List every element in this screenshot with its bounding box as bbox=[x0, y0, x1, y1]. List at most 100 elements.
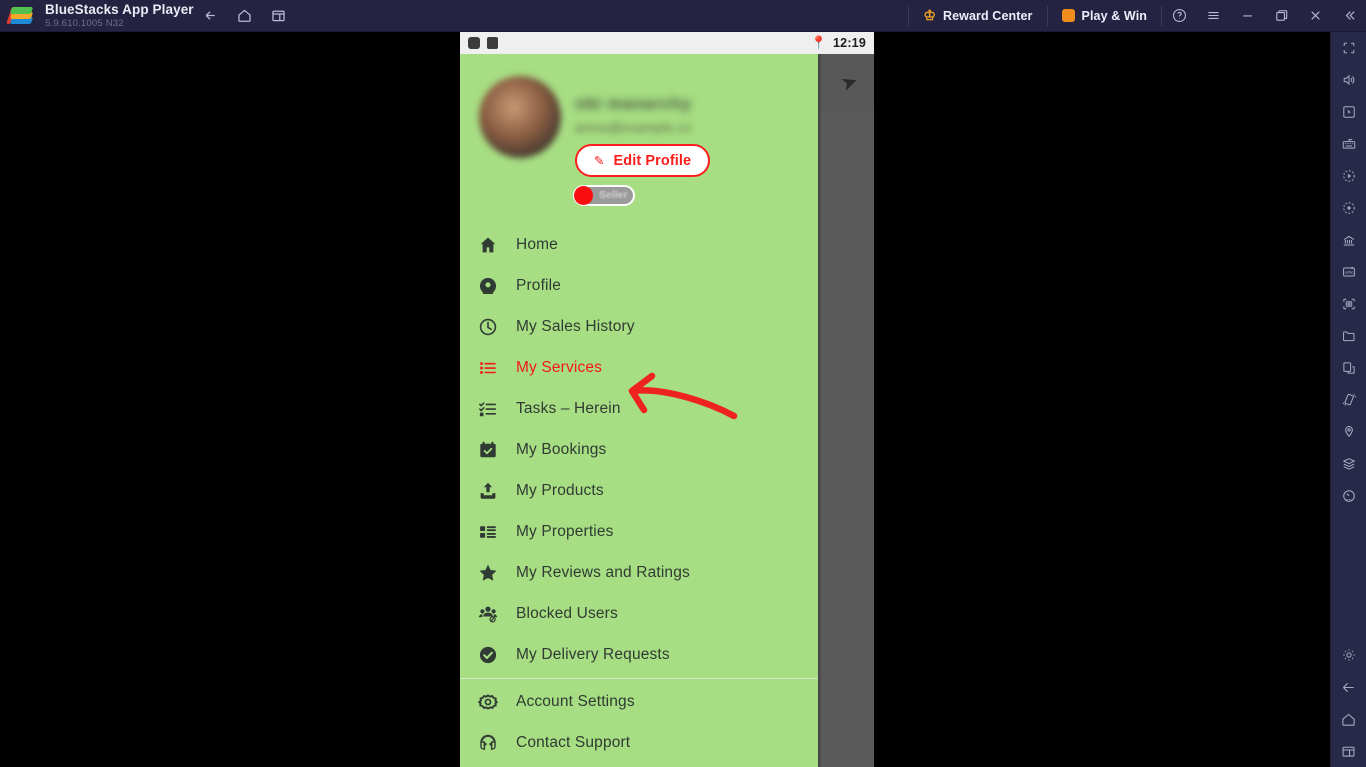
recents-icon[interactable] bbox=[1331, 735, 1366, 767]
edit-profile-label: Edit Profile bbox=[613, 152, 692, 169]
users-block-icon bbox=[460, 604, 516, 624]
seller-toggle-knob bbox=[574, 186, 593, 205]
layers-icon[interactable] bbox=[1331, 448, 1366, 480]
gear-icon bbox=[460, 692, 516, 712]
settings-gear-icon[interactable] bbox=[1331, 639, 1366, 671]
back-arrow-icon[interactable] bbox=[1331, 671, 1366, 703]
menu-item-label: Tasks – Herein bbox=[516, 399, 621, 417]
reward-center-button[interactable]: ♔ Reward Center bbox=[909, 0, 1046, 32]
menu-item-services[interactable]: My Services bbox=[460, 347, 818, 388]
menu-item-label: My Bookings bbox=[516, 440, 607, 458]
edit-square-icon: ✎ bbox=[594, 154, 605, 168]
menu-item-profile[interactable]: Profile bbox=[460, 265, 818, 306]
macro-play-icon[interactable] bbox=[1331, 160, 1366, 192]
volume-icon[interactable] bbox=[1331, 64, 1366, 96]
drawer-profile-header: obi manarchy amnu@example.co ✎ Edit Prof… bbox=[460, 54, 818, 224]
android-status-bar: 📍 12:19 bbox=[460, 32, 874, 54]
back-button[interactable] bbox=[194, 0, 228, 32]
reward-center-label: Reward Center bbox=[942, 8, 1033, 23]
house-icon bbox=[460, 235, 516, 255]
menu-item-label: Blocked Users bbox=[516, 604, 618, 622]
install-apk-icon[interactable]: APK bbox=[1331, 256, 1366, 288]
multi-instance-manager-icon[interactable] bbox=[1331, 224, 1366, 256]
menu-item-label: My Reviews and Ratings bbox=[516, 563, 690, 581]
edit-profile-button[interactable]: ✎ Edit Profile bbox=[575, 144, 711, 177]
seller-toggle-label: Seller bbox=[599, 189, 628, 201]
profile-email: amnu@example.co bbox=[575, 120, 692, 135]
grid-list-icon bbox=[460, 522, 516, 542]
menu-item-home[interactable]: Home bbox=[460, 224, 818, 265]
task-check-icon bbox=[460, 399, 516, 419]
menu-button[interactable] bbox=[1196, 0, 1230, 32]
check-circle-icon bbox=[460, 645, 516, 665]
avatar[interactable] bbox=[479, 76, 561, 158]
copy-icon[interactable] bbox=[1331, 352, 1366, 384]
status-right-icons: 📍 12:19 bbox=[811, 35, 866, 51]
shake-icon[interactable] bbox=[1331, 384, 1366, 416]
menu-item-label: My Sales History bbox=[516, 317, 635, 335]
home-button[interactable] bbox=[228, 0, 262, 32]
play-badge-icon bbox=[468, 37, 480, 49]
seller-toggle[interactable]: Seller bbox=[573, 185, 635, 206]
media-folder-icon[interactable] bbox=[1331, 320, 1366, 352]
menu-item-products[interactable]: My Products bbox=[460, 470, 818, 511]
cursor-icon[interactable] bbox=[1331, 96, 1366, 128]
close-button[interactable] bbox=[1298, 0, 1332, 32]
multi-instance-button[interactable] bbox=[262, 0, 296, 32]
play-and-win-button[interactable]: Play & Win bbox=[1048, 0, 1161, 32]
calendar-check-icon bbox=[460, 440, 516, 460]
menu-item-contact-support[interactable]: Contact Support bbox=[460, 722, 818, 763]
clock-history-icon bbox=[460, 317, 516, 337]
android-device-screen: 📍 12:19 ➤ ✎ ng... / S... req... ✎ bbox=[460, 32, 874, 767]
crown-icon: ♔ bbox=[923, 7, 936, 23]
drawer-menu-list: Home Profile My Sales History My Services Ta… bbox=[460, 224, 818, 675]
menu-item-label: Profile bbox=[516, 276, 561, 294]
play-and-win-label: Play & Win bbox=[1081, 8, 1147, 23]
record-icon[interactable] bbox=[1331, 192, 1366, 224]
menu-item-sales-history[interactable]: My Sales History bbox=[460, 306, 818, 347]
coin-icon bbox=[1061, 9, 1075, 22]
location-icon[interactable] bbox=[1331, 416, 1366, 448]
status-left-icons bbox=[468, 37, 498, 49]
headset-icon bbox=[460, 733, 516, 753]
collapse-sidebar-button[interactable] bbox=[1332, 0, 1366, 32]
svg-text:APK: APK bbox=[1344, 270, 1353, 275]
menu-item-bookings[interactable]: My Bookings bbox=[460, 429, 818, 470]
menu-item-account-settings[interactable]: Account Settings bbox=[460, 681, 818, 722]
status-clock: 12:19 bbox=[833, 36, 866, 50]
fullscreen-icon[interactable] bbox=[1331, 32, 1366, 64]
app-badge-icon bbox=[487, 37, 498, 49]
maximize-button[interactable] bbox=[1264, 0, 1298, 32]
paper-plane-icon[interactable]: ➤ bbox=[837, 68, 861, 97]
menu-item-label: My Services bbox=[516, 358, 603, 376]
menu-item-reviews[interactable]: My Reviews and Ratings bbox=[460, 552, 818, 593]
emulator-stage: 📍 12:19 ➤ ✎ ng... / S... req... ✎ bbox=[0, 32, 1330, 767]
bluestacks-sidebar: APK bbox=[1330, 32, 1366, 767]
bluestacks-titlebar: BlueStacks App Player 5.9.610.1005 N32 ♔… bbox=[0, 0, 1366, 32]
star-icon bbox=[460, 563, 516, 583]
menu-item-tasks-herein[interactable]: Tasks – Herein bbox=[460, 388, 818, 429]
menu-item-label: Contact Support bbox=[516, 733, 631, 751]
menu-item-delivery-requests[interactable]: My Delivery Requests bbox=[460, 634, 818, 675]
menu-item-properties[interactable]: My Properties bbox=[460, 511, 818, 552]
menu-item-blocked-users[interactable]: Blocked Users bbox=[460, 593, 818, 634]
help-button[interactable] bbox=[1162, 0, 1196, 32]
bluestacks-logo-icon bbox=[6, 5, 35, 27]
app-title: BlueStacks App Player bbox=[45, 1, 194, 17]
screenshot-icon[interactable] bbox=[1331, 288, 1366, 320]
app-version: 5.9.610.1005 N32 bbox=[45, 18, 124, 29]
app-title-block: BlueStacks App Player 5.9.610.1005 N32 bbox=[45, 1, 194, 29]
home-nav-icon[interactable] bbox=[1331, 703, 1366, 735]
drawer-shadow bbox=[818, 54, 822, 767]
menu-item-label: My Products bbox=[516, 481, 604, 499]
seller-toggle-track: Seller bbox=[573, 185, 635, 206]
navigation-drawer: obi manarchy amnu@example.co ✎ Edit Prof… bbox=[460, 54, 818, 767]
keyboard-icon[interactable] bbox=[1331, 128, 1366, 160]
upload-box-icon bbox=[460, 481, 516, 501]
minimize-button[interactable] bbox=[1230, 0, 1264, 32]
drawer-menu-footer: Account Settings Contact Support bbox=[460, 681, 818, 763]
menu-divider bbox=[460, 678, 818, 679]
menu-item-label: Account Settings bbox=[516, 692, 635, 710]
rotate-icon[interactable] bbox=[1331, 480, 1366, 512]
location-pin-icon: 📍 bbox=[810, 35, 828, 50]
